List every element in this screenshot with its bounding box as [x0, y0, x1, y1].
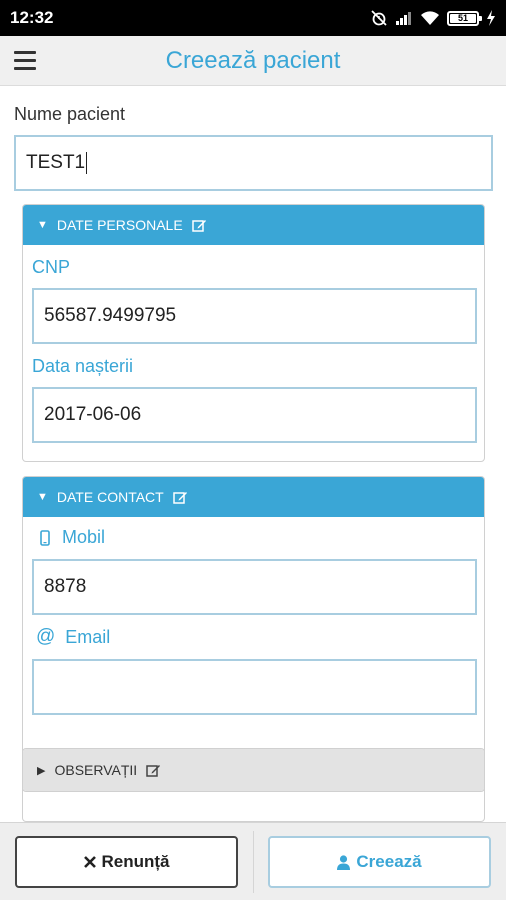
personal-data-title: DATE PERSONALE	[56, 217, 183, 233]
form-content: Nume pacient TEST1 ▼ DATE PERSONALE CNP …	[0, 86, 506, 822]
birth-date-label: Data nașterii	[32, 356, 134, 376]
menu-icon-bar	[14, 59, 36, 62]
close-icon	[83, 856, 96, 868]
caret-down-icon: ▼	[37, 491, 48, 503]
observations-header[interactable]: ▶ OBSERVAȚII	[23, 749, 484, 791]
observations-title: OBSERVAȚII	[54, 762, 138, 778]
caret-down-icon: ▼	[37, 219, 48, 231]
bottom-action-bar: Renunță Creează	[0, 822, 506, 900]
cell-signal-icon	[395, 10, 413, 26]
create-label: Creează	[356, 852, 422, 871]
menu-icon-bar	[14, 67, 36, 70]
observations-panel: ▶ OBSERVAȚII	[22, 748, 485, 792]
edit-icon	[146, 763, 161, 777]
mobile-label: Mobil	[40, 527, 105, 548]
mobile-label-text: Mobil	[62, 527, 106, 547]
birth-date-value: 2017-06-06	[44, 404, 142, 425]
battery-icon: 51	[447, 10, 482, 26]
divider	[253, 831, 254, 893]
edit-icon	[191, 218, 207, 232]
at-sign-icon: @	[36, 626, 56, 647]
email-label: @ Email	[36, 626, 110, 648]
patient-name-label: Nume pacient	[14, 104, 126, 124]
cnp-input[interactable]: 56587.9499795	[32, 288, 477, 344]
menu-button[interactable]	[0, 36, 50, 86]
patient-name-value: TEST1	[26, 152, 86, 173]
cnp-label: CNP	[32, 257, 71, 277]
text-cursor	[86, 152, 88, 174]
email-input[interactable]	[32, 659, 477, 715]
personal-data-header[interactable]: ▼ DATE PERSONALE	[23, 205, 484, 245]
mobile-phone-icon	[40, 529, 50, 546]
personal-data-panel: ▼ DATE PERSONALE CNP 56587.9499795 Data …	[22, 204, 485, 462]
caret-right-icon: ▶	[37, 764, 46, 777]
charging-icon	[486, 10, 496, 26]
alarm-off-icon	[370, 9, 388, 27]
menu-icon-bar	[14, 51, 36, 54]
create-button[interactable]: Creează	[268, 836, 491, 888]
contact-data-header[interactable]: ▼ DATE CONTACT	[23, 477, 484, 517]
contact-data-title: DATE CONTACT	[56, 489, 164, 505]
mobile-input[interactable]: 8878	[32, 559, 477, 615]
wifi-icon	[420, 10, 440, 26]
email-label-text: Email	[65, 626, 111, 647]
edit-icon	[172, 490, 188, 504]
birth-date-input[interactable]: 2017-06-06	[32, 387, 477, 443]
mobile-value: 8878	[44, 576, 87, 597]
cancel-button[interactable]: Renunță	[15, 836, 238, 888]
user-icon	[337, 854, 351, 870]
cancel-label: Renunță	[101, 852, 170, 871]
patient-name-input[interactable]: TEST1	[14, 135, 493, 191]
status-bar: 12:32 51	[0, 0, 506, 36]
app-bar: Creează pacient	[0, 36, 506, 86]
page-title: Creează pacient	[165, 46, 341, 74]
battery-level: 51	[450, 13, 476, 23]
cnp-value: 56587.9499795	[44, 305, 177, 326]
status-icons: 51	[370, 9, 496, 27]
status-time: 12:32	[10, 8, 54, 27]
